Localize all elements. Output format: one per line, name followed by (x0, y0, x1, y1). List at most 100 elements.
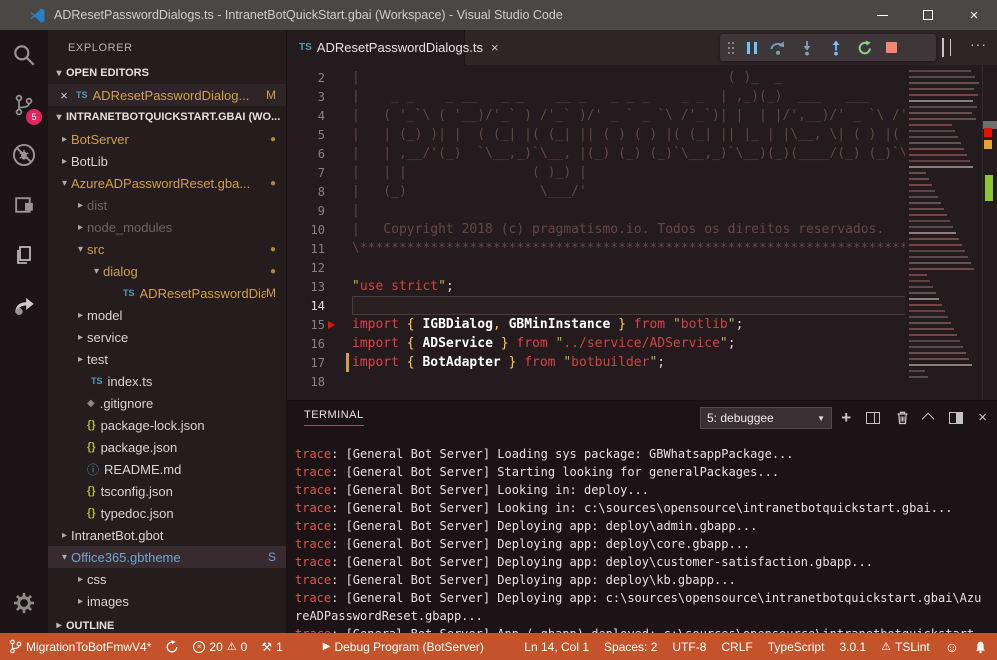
line-number[interactable]: 16 (287, 337, 325, 351)
line-number[interactable]: 12 (287, 261, 325, 275)
outline-header[interactable]: ▸ OUTLINE (48, 618, 286, 633)
tree-item-dist[interactable]: ▸dist (48, 194, 286, 216)
version-status[interactable]: 3.0.1 (839, 640, 866, 654)
code-editor[interactable]: 2| ( )_ _3| _ _ _ __ _ _ __ _ _ _ _ _ _ … (287, 65, 997, 400)
extensions-activity-button[interactable] (0, 180, 48, 230)
gutter[interactable] (325, 372, 352, 391)
step-into-button[interactable] (799, 40, 815, 56)
move-panel-right-button[interactable] (949, 412, 963, 424)
maximize-panel-button[interactable] (922, 413, 935, 426)
gutter[interactable] (325, 239, 352, 258)
terminal-output[interactable]: trace: [General Bot Server] Loading sys … (287, 434, 997, 633)
line-number[interactable]: 9 (287, 204, 325, 218)
gutter[interactable] (325, 334, 352, 353)
encoding-status[interactable]: UTF-8 (672, 640, 706, 654)
tree-item-test[interactable]: ▸test (48, 348, 286, 370)
gutter[interactable] (325, 220, 352, 239)
line-number[interactable]: 2 (287, 71, 325, 85)
workspace-header[interactable]: ▾ INTRANETBOTQUICKSTART.GBAI (WO... (48, 106, 286, 128)
problems-status[interactable]: × 20 ⚠ 0 (193, 640, 247, 654)
step-over-button[interactable] (770, 40, 786, 56)
line-number[interactable]: 7 (287, 166, 325, 180)
gutter[interactable] (325, 296, 352, 315)
feedback-status[interactable]: ☺ (945, 639, 959, 655)
gutter[interactable] (325, 315, 352, 334)
gutter[interactable] (325, 106, 352, 125)
overview-ruler[interactable] (982, 65, 997, 400)
drag-grip-icon[interactable] (728, 42, 734, 54)
tree-item-azureadpasswordreset-gba-[interactable]: ▾AzureADPasswordReset.gba...● (48, 172, 286, 194)
terminal-select[interactable]: 5: debuggee ▼ (700, 407, 832, 429)
eol-status[interactable]: CRLF (721, 640, 752, 654)
tree-item-src[interactable]: ▾src● (48, 238, 286, 260)
tree-item-package-lock-json[interactable]: {}package-lock.json (48, 414, 286, 436)
line-number[interactable]: 10 (287, 223, 325, 237)
gutter[interactable] (325, 201, 352, 220)
git-branch-status[interactable]: MigrationToBotFmwV4* (9, 639, 151, 654)
tab-adresetpassworddialogs[interactable]: TS ADResetPasswordDialogs.ts × (287, 30, 465, 65)
line-number[interactable]: 17 (287, 356, 325, 370)
gutter[interactable] (325, 68, 352, 87)
gutter[interactable] (325, 87, 352, 106)
line-number[interactable]: 4 (287, 109, 325, 123)
new-terminal-button[interactable]: + (841, 409, 851, 426)
close-editor-icon[interactable]: × (56, 88, 72, 103)
tab-terminal[interactable]: TERMINAL (304, 409, 364, 426)
tree-item-node-modules[interactable]: ▸node_modules (48, 216, 286, 238)
more-actions-button[interactable]: ··· (970, 36, 987, 54)
debug-status[interactable]: ▶ Debug Program (BotServer) (323, 640, 484, 654)
gutter[interactable] (325, 144, 352, 163)
close-button[interactable]: × (951, 0, 997, 30)
share-activity-button[interactable] (0, 280, 48, 330)
tree-item-package-json[interactable]: {}package.json (48, 436, 286, 458)
tree-item-dialog[interactable]: ▾dialog● (48, 260, 286, 282)
line-number[interactable]: 8 (287, 185, 325, 199)
pause-button[interactable] (747, 42, 757, 54)
settings-button[interactable] (0, 581, 48, 625)
split-terminal-button[interactable] (866, 412, 880, 424)
tree-item-typedoc-json[interactable]: {}typedoc.json (48, 502, 286, 524)
line-number[interactable]: 13 (287, 280, 325, 294)
line-number[interactable]: 11 (287, 242, 325, 256)
gutter[interactable] (325, 182, 352, 201)
line-number[interactable]: 18 (287, 375, 325, 389)
line-number[interactable]: 14 (287, 299, 325, 313)
cursor-position-status[interactable]: Ln 14, Col 1 (524, 640, 589, 654)
tree-item-intranetbot-gbot[interactable]: ▸IntranetBot.gbot (48, 524, 286, 546)
gutter[interactable] (325, 125, 352, 144)
restart-button[interactable] (857, 40, 873, 56)
tree-item--gitignore[interactable]: ◆.gitignore (48, 392, 286, 414)
open-editor-item[interactable]: × TS ADResetPasswordDialog... M (48, 84, 286, 106)
sync-status[interactable] (165, 640, 179, 654)
split-editor-button[interactable] (942, 39, 944, 57)
tree-item-botserver[interactable]: ▸BotServer● (48, 128, 286, 150)
debug-activity-button[interactable] (0, 130, 48, 180)
tree-item-tsconfig-json[interactable]: {}tsconfig.json (48, 480, 286, 502)
tree-item-adresetpassworddial-[interactable]: TSADResetPasswordDial...M (48, 282, 286, 304)
tree-item-model[interactable]: ▸model (48, 304, 286, 326)
search-activity-button[interactable] (0, 30, 48, 80)
gutter[interactable] (325, 258, 352, 277)
indentation-status[interactable]: Spaces: 2 (604, 640, 657, 654)
gutter[interactable] (325, 277, 352, 296)
minimap[interactable] (905, 65, 982, 400)
stop-button[interactable] (886, 42, 897, 53)
tab-close-icon[interactable]: × (491, 40, 499, 55)
gutter[interactable] (325, 163, 352, 182)
tree-item-botlib[interactable]: ▸BotLib (48, 150, 286, 172)
tree-item-images[interactable]: ▸images (48, 590, 286, 612)
line-number[interactable]: 5 (287, 128, 325, 142)
tree-item-index-ts[interactable]: TSindex.ts (48, 370, 286, 392)
pages-activity-button[interactable] (0, 230, 48, 280)
line-number[interactable]: 6 (287, 147, 325, 161)
tree-item-office365-gbtheme[interactable]: ▾Office365.gbthemeS (48, 546, 286, 568)
notifications-status[interactable] (974, 640, 987, 654)
line-number[interactable]: 15 (287, 318, 325, 332)
close-panel-button[interactable]: × (978, 410, 987, 425)
line-number[interactable]: 3 (287, 90, 325, 104)
language-status[interactable]: TypeScript (768, 640, 825, 654)
kill-terminal-button[interactable] (895, 410, 910, 425)
gutter[interactable] (325, 353, 352, 372)
source-control-activity-button[interactable]: 5 (0, 80, 48, 130)
maximize-button[interactable] (905, 0, 951, 30)
